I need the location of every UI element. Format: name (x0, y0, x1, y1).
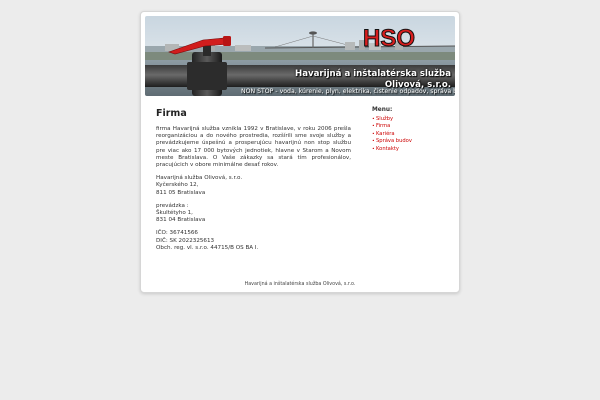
bullet-icon: • (372, 117, 375, 122)
dic-line: DIČ: SK 2022325613 (156, 237, 215, 244)
footer-text: Havarijná a inštalatérska služba Olivová… (244, 282, 356, 287)
header-banner: HSO Havarijná a inštalatérska služba Oli… (145, 16, 455, 96)
company-title-line1: Havarijná a inštalatérska služba (295, 69, 451, 79)
menu-item-firma[interactable]: • Firma (372, 123, 447, 130)
main-content: Firma firma Havarijná služba vznikla 199… (156, 108, 351, 258)
menu-title: Menu: (372, 107, 393, 113)
bullet-icon: • (372, 139, 375, 145)
address-line: 811 05 Bratislava (156, 189, 206, 196)
menu-item-label: Kontakty (376, 145, 399, 152)
company-services-tagline: NON STOP - voda, kúrenie, plyn, elektrik… (241, 88, 455, 95)
address-line: Kyčerského 12, (156, 182, 199, 189)
company-address: Havarijná služba Olivová, s.r.o. Kyčersk… (156, 175, 351, 197)
address-line: 831 04 Bratislava (156, 217, 206, 224)
company-description: firma Havarijná služba vznikla 1992 v Br… (156, 126, 351, 169)
bullet-icon: • (372, 146, 375, 152)
page-container: HSO Havarijná a inštalatérska služba Oli… (140, 11, 460, 293)
address-line: prevádzka : (156, 202, 189, 209)
menu-item-label: Kariéra (376, 130, 395, 137)
menu-item-sprava-budov[interactable]: • Správa budov (372, 138, 447, 145)
menu-item-label: Správa budov (376, 138, 412, 145)
registration-line: Obch. reg. vl. s.r.o. 44715/B OS BA I. (156, 244, 259, 251)
menu-item-label: Služby (376, 116, 394, 122)
bullet-icon: • (372, 124, 375, 130)
branch-address: prevádzka : Škultétyho 1, 831 04 Bratisl… (156, 203, 351, 225)
bullet-icon: • (372, 131, 375, 137)
side-menu: Menu: • Služby • Firma • Kariéra • Správa bu… (372, 107, 447, 153)
company-ids: IČO: 36741566 DIČ: SK 2022325613 Obch. r… (156, 230, 351, 252)
menu-item-sluzby[interactable]: • Služby (372, 116, 447, 123)
address-line: Škultétyho 1, (156, 210, 193, 217)
page-title: Firma (156, 108, 187, 119)
menu-item-label: Firma (376, 123, 391, 130)
logo-letters: HSO (363, 25, 415, 52)
menu-list: • Služby • Firma • Kariéra • Správa budov • K… (372, 116, 447, 153)
menu-item-kontakty[interactable]: • Kontakty (372, 146, 447, 153)
ico-line: IČO: 36741566 (156, 230, 198, 237)
